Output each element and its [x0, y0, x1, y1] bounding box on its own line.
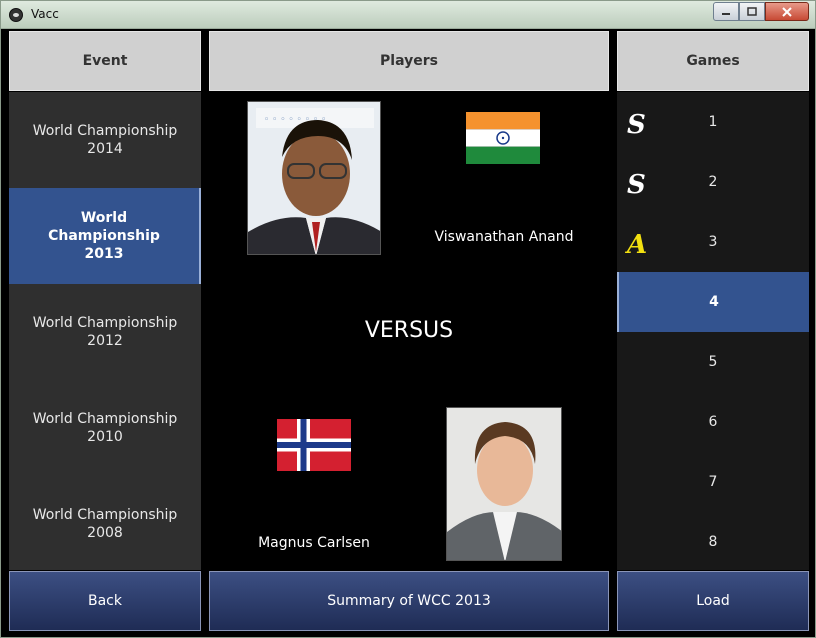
india-flag [466, 112, 540, 164]
event-item-selected[interactable]: World Championship 2013 [9, 188, 201, 284]
players-panel: ◦ ◦ ◦ ◦ ◦ ◦ ◦ ◦ Viswanathan Anand VERSUS… [209, 92, 609, 570]
main-content: Event Players Games World Championship 2… [8, 30, 810, 632]
game-item[interactable]: 8 [617, 512, 809, 570]
window-title: Vacc [31, 7, 59, 21]
app-icon [9, 8, 23, 22]
game-result-marker: S [627, 110, 646, 140]
game-item[interactable]: 7 [617, 452, 809, 512]
title-bar[interactable]: Vacc [1, 1, 815, 29]
close-icon [782, 6, 792, 17]
maximize-button[interactable] [739, 2, 765, 21]
anand-photo: ◦ ◦ ◦ ◦ ◦ ◦ ◦ ◦ [247, 101, 381, 255]
event-item[interactable]: World Championship 2014 [9, 92, 201, 188]
game-result-marker: S [627, 170, 646, 200]
maximize-icon [747, 6, 757, 16]
games-list: S 1 S 2 A 3 4 5 6 7 8 [617, 92, 809, 570]
players-column-header: Players [209, 31, 609, 91]
player-portrait-image: ◦ ◦ ◦ ◦ ◦ ◦ ◦ ◦ [248, 102, 380, 254]
norway-flag-icon [277, 419, 351, 471]
player-name-top: Viswanathan Anand [434, 229, 574, 245]
window-controls [713, 2, 809, 21]
game-item-selected[interactable]: 4 [617, 272, 809, 332]
load-button[interactable]: Load [617, 571, 809, 631]
close-button[interactable] [765, 2, 809, 21]
games-column-header: Games [617, 31, 809, 91]
game-item[interactable]: S 1 [617, 92, 809, 152]
versus-label: VERSUS [364, 318, 454, 343]
game-item[interactable]: 5 [617, 332, 809, 392]
minimize-button[interactable] [713, 2, 739, 21]
event-item[interactable]: World Championship 2012 [9, 284, 201, 380]
player-portrait-image [447, 408, 561, 560]
game-item[interactable]: A 3 [617, 212, 809, 272]
event-item[interactable]: World Championship 2010 [9, 380, 201, 476]
game-result-marker: A [627, 230, 648, 260]
event-column-header: Event [9, 31, 201, 91]
player-name-bottom: Magnus Carlsen [258, 535, 370, 551]
minimize-icon [722, 12, 730, 15]
carlsen-photo [446, 407, 562, 561]
india-flag-icon [466, 112, 540, 164]
summary-button[interactable]: Summary of WCC 2013 [209, 571, 609, 631]
event-list: World Championship 2014 World Championsh… [9, 92, 201, 570]
game-item[interactable]: 6 [617, 392, 809, 452]
event-item[interactable]: World Championship 2008 [9, 476, 201, 570]
app-window: Vacc Event Players Games World Champions… [0, 0, 816, 638]
back-button[interactable]: Back [9, 571, 201, 631]
game-item[interactable]: S 2 [617, 152, 809, 212]
norway-flag [277, 419, 351, 471]
